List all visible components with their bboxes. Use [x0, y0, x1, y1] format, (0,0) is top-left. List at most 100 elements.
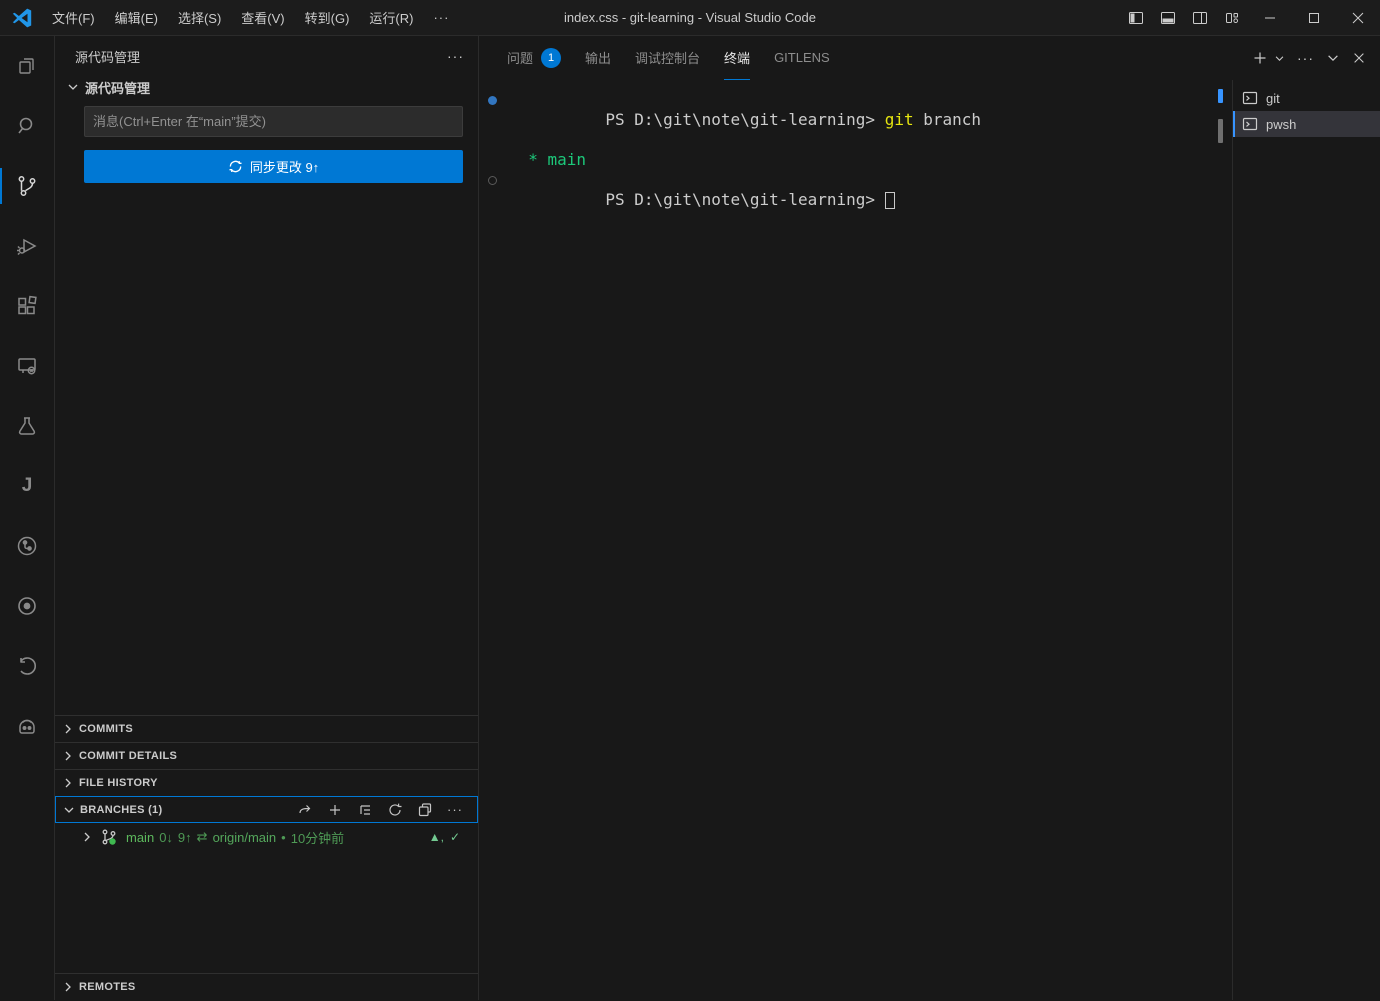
branch-last-commit-time: 10分钟前: [291, 828, 344, 847]
toggle-primary-sidebar-icon[interactable]: [1120, 0, 1152, 36]
vscode-logo-icon: [10, 6, 34, 30]
prompt-decoration-icon[interactable]: [488, 176, 497, 185]
branch-status-triangle-icon: ▲,: [429, 830, 444, 844]
command-success-decoration-icon[interactable]: [488, 96, 497, 105]
layout-tree-icon[interactable]: [357, 802, 373, 818]
chevron-down-icon: [61, 802, 77, 818]
chevron-down-icon: [65, 79, 81, 95]
section-commit-details-label: COMMIT DETAILS: [79, 750, 177, 762]
close-panel-icon[interactable]: [1352, 51, 1366, 65]
sidebar-title: 源代码管理: [75, 47, 140, 66]
customize-layout-icon[interactable]: [1216, 0, 1248, 36]
menu-run[interactable]: 运行(R): [359, 0, 423, 36]
new-terminal-icon[interactable]: [1252, 50, 1268, 66]
panel-more-icon[interactable]: ···: [1297, 50, 1314, 66]
sidebar-more-icon[interactable]: ···: [447, 48, 464, 64]
maximize-button[interactable]: [1292, 0, 1336, 36]
search-icon[interactable]: [0, 96, 54, 156]
branch-upstream: origin/main: [213, 830, 277, 845]
open-in-editor-icon[interactable]: [417, 802, 433, 818]
section-file-history[interactable]: FILE HISTORY: [55, 769, 478, 796]
source-control-sidebar: 源代码管理 ··· 源代码管理 同步更改 9↑ COMMITS COMMIT D…: [55, 36, 479, 1000]
new-branch-icon[interactable]: [327, 802, 343, 818]
j-extension-icon[interactable]: J: [0, 456, 54, 516]
minimize-button[interactable]: [1248, 0, 1292, 36]
activity-bar: J: [0, 36, 55, 1000]
terminal-command-text: git: [885, 110, 914, 129]
branch-status-check-icon: ✓: [450, 830, 460, 844]
section-commits-label: COMMITS: [79, 723, 133, 735]
sync-icon: [228, 159, 243, 174]
toggle-panel-icon[interactable]: [1152, 0, 1184, 36]
testing-icon[interactable]: [0, 396, 54, 456]
terminal-icon: [1242, 116, 1258, 132]
menu-view[interactable]: 查看(V): [231, 0, 294, 36]
terminal-list-label: pwsh: [1266, 117, 1296, 132]
close-window-button[interactable]: [1336, 0, 1380, 36]
tab-problems-label: 问题: [507, 48, 533, 67]
branches-more-icon[interactable]: ···: [447, 802, 463, 817]
section-branches[interactable]: BRANCHES (1) ···: [55, 796, 478, 823]
ai-assistant-icon[interactable]: [0, 696, 54, 756]
terminal-profile-dropdown-icon[interactable]: [1274, 53, 1285, 64]
run-and-debug-icon[interactable]: [0, 216, 54, 276]
tab-debug-console[interactable]: 调试控制台: [635, 36, 700, 80]
terminal-list-label: git: [1266, 91, 1280, 106]
commit-message-input[interactable]: [84, 106, 463, 137]
sync-changes-button[interactable]: 同步更改 9↑: [84, 150, 463, 183]
section-remotes[interactable]: REMOTES: [55, 973, 478, 1000]
branches-empty-area: [55, 851, 478, 973]
scm-section-title: 源代码管理: [85, 78, 150, 97]
section-commit-details[interactable]: COMMIT DETAILS: [55, 742, 478, 769]
remote-explorer-icon[interactable]: [0, 336, 54, 396]
tab-problems[interactable]: 问题 1: [507, 36, 561, 80]
terminal-list-item-git[interactable]: git: [1233, 85, 1380, 111]
terminal-line: PS D:\git\note\git-learning>: [479, 170, 1232, 230]
menu-goto[interactable]: 转到(G): [295, 0, 360, 36]
section-branches-label: BRANCHES (1): [80, 804, 162, 816]
source-control-icon[interactable]: [0, 156, 54, 216]
section-file-history-label: FILE HISTORY: [79, 777, 158, 789]
chevron-right-icon: [60, 748, 76, 764]
menu-selection[interactable]: 选择(S): [168, 0, 231, 36]
chevron-right-icon: [60, 979, 76, 995]
menu-file[interactable]: 文件(F): [42, 0, 105, 36]
chevron-right-icon: [79, 829, 95, 845]
panel-tab-bar: 问题 1 输出 调试控制台 终端 GITLENS ···: [479, 36, 1380, 80]
terminal-tabs-list: git pwsh: [1232, 80, 1380, 1000]
refresh-icon[interactable]: [387, 802, 403, 818]
tab-terminal[interactable]: 终端: [724, 36, 750, 80]
toggle-secondary-sidebar-icon[interactable]: [1184, 0, 1216, 36]
explorer-icon[interactable]: [0, 36, 54, 96]
terminal-line: PS D:\git\note\git-learning> git branch: [479, 90, 1232, 150]
menu-overflow-icon[interactable]: ···: [423, 10, 459, 25]
git-branch-icon: [100, 828, 118, 846]
tab-output[interactable]: 输出: [585, 36, 611, 80]
menu-edit[interactable]: 编辑(E): [105, 0, 168, 36]
terminal-viewport[interactable]: PS D:\git\note\git-learning> git branch …: [479, 80, 1232, 1000]
section-remotes-label: REMOTES: [79, 981, 136, 993]
title-bar: 文件(F) 编辑(E) 选择(S) 查看(V) 转到(G) 运行(R) ··· …: [0, 0, 1380, 36]
record-icon[interactable]: [0, 576, 54, 636]
bullet-separator: •: [281, 830, 286, 845]
section-commits[interactable]: COMMITS: [55, 715, 478, 742]
overview-ruler-command-mark: [1218, 89, 1223, 103]
branch-name: main: [126, 830, 154, 845]
terminal-list-item-pwsh[interactable]: pwsh: [1233, 111, 1380, 137]
terminal-line: * main: [479, 150, 1232, 170]
history-icon[interactable]: [0, 636, 54, 696]
tab-gitlens[interactable]: GITLENS: [774, 36, 830, 80]
gitlens-icon[interactable]: [0, 516, 54, 576]
switch-branch-icon[interactable]: [297, 802, 313, 818]
chevron-right-icon: [60, 721, 76, 737]
terminal-cursor: [885, 192, 895, 209]
sync-button-label: 同步更改 9↑: [250, 157, 319, 176]
branch-behind-count: 0↓: [159, 830, 173, 845]
branch-row-main[interactable]: main 0↓ 9↑ ⇄ origin/main • 10分钟前 ▲, ✓: [55, 823, 478, 851]
compare-arrows-icon: ⇄: [197, 829, 208, 845]
hide-panel-chevron-icon[interactable]: [1326, 51, 1340, 65]
bottom-panel: 问题 1 输出 调试控制台 终端 GITLENS ··· PS D:\git\n…: [479, 36, 1380, 1000]
extensions-icon[interactable]: [0, 276, 54, 336]
terminal-icon: [1242, 90, 1258, 106]
scm-section-header[interactable]: 源代码管理: [55, 76, 478, 98]
